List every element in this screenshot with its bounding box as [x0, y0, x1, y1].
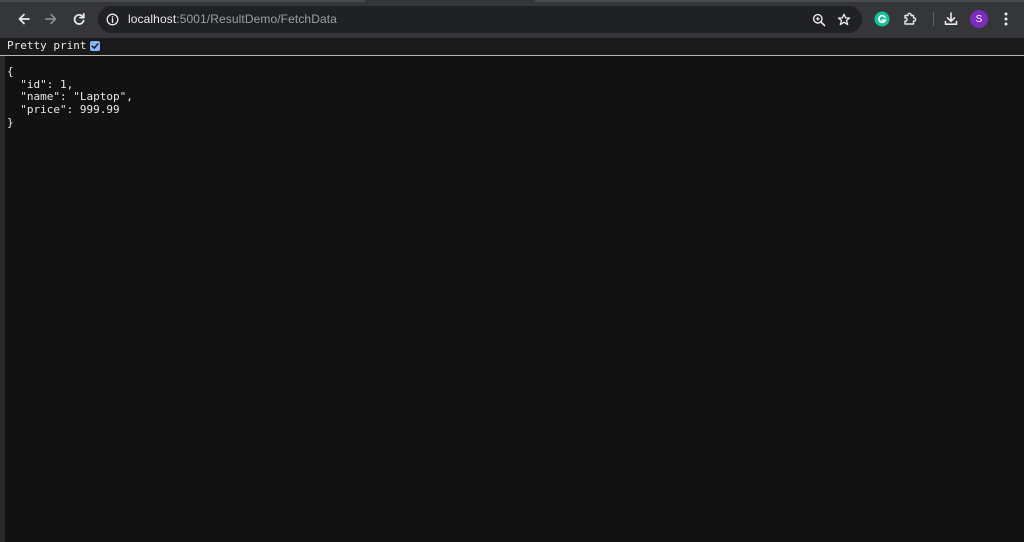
pretty-print-bar: Pretty print: [0, 38, 1024, 56]
zoom-in-icon: [812, 13, 826, 27]
download-icon: [944, 12, 958, 25]
grammarly-extension-button[interactable]: [872, 9, 892, 29]
address-bar[interactable]: localhost:5001/ResultDemo/FetchData: [98, 6, 862, 33]
info-circle-icon: [106, 13, 118, 25]
browser-toolbar: localhost:5001/ResultDemo/FetchData S: [0, 0, 1024, 38]
pretty-print-label: Pretty print: [7, 39, 87, 52]
json-line: {: [7, 65, 14, 78]
page-left-edge: [0, 56, 5, 542]
arrow-left-icon: [18, 13, 30, 25]
url-path: :5001/ResultDemo/FetchData: [176, 12, 337, 26]
toolbar-divider: [933, 12, 934, 26]
reload-icon: [73, 12, 85, 25]
url-host: localhost: [128, 12, 177, 26]
extensions-button[interactable]: [900, 9, 920, 29]
json-line: "price": 999.99: [7, 103, 120, 117]
json-line: }: [7, 115, 14, 129]
back-button[interactable]: [13, 8, 35, 30]
forward-button[interactable]: [40, 8, 62, 30]
kebab-menu-icon: [1004, 12, 1008, 26]
arrow-right-icon: [45, 13, 57, 25]
reload-button[interactable]: [68, 8, 90, 30]
zoom-button[interactable]: [810, 11, 828, 29]
profile-avatar[interactable]: S: [970, 10, 988, 28]
json-content: { "id": 1, "name": "Laptop", "price": 99…: [7, 65, 133, 130]
bookmark-button[interactable]: [835, 11, 853, 29]
tab-strip-edge: [535, 0, 1024, 2]
tab-strip-edge: [0, 0, 365, 2]
pretty-print-checkbox[interactable]: [90, 41, 100, 51]
downloads-button[interactable]: [941, 9, 961, 29]
checkmark-icon: [91, 43, 99, 49]
star-icon: [837, 13, 851, 26]
browser-menu-button[interactable]: [996, 9, 1016, 29]
puzzle-icon: [904, 12, 917, 25]
url-text[interactable]: localhost:5001/ResultDemo/FetchData: [128, 12, 337, 26]
site-info-button[interactable]: [104, 11, 120, 27]
grammarly-icon: [874, 11, 890, 27]
